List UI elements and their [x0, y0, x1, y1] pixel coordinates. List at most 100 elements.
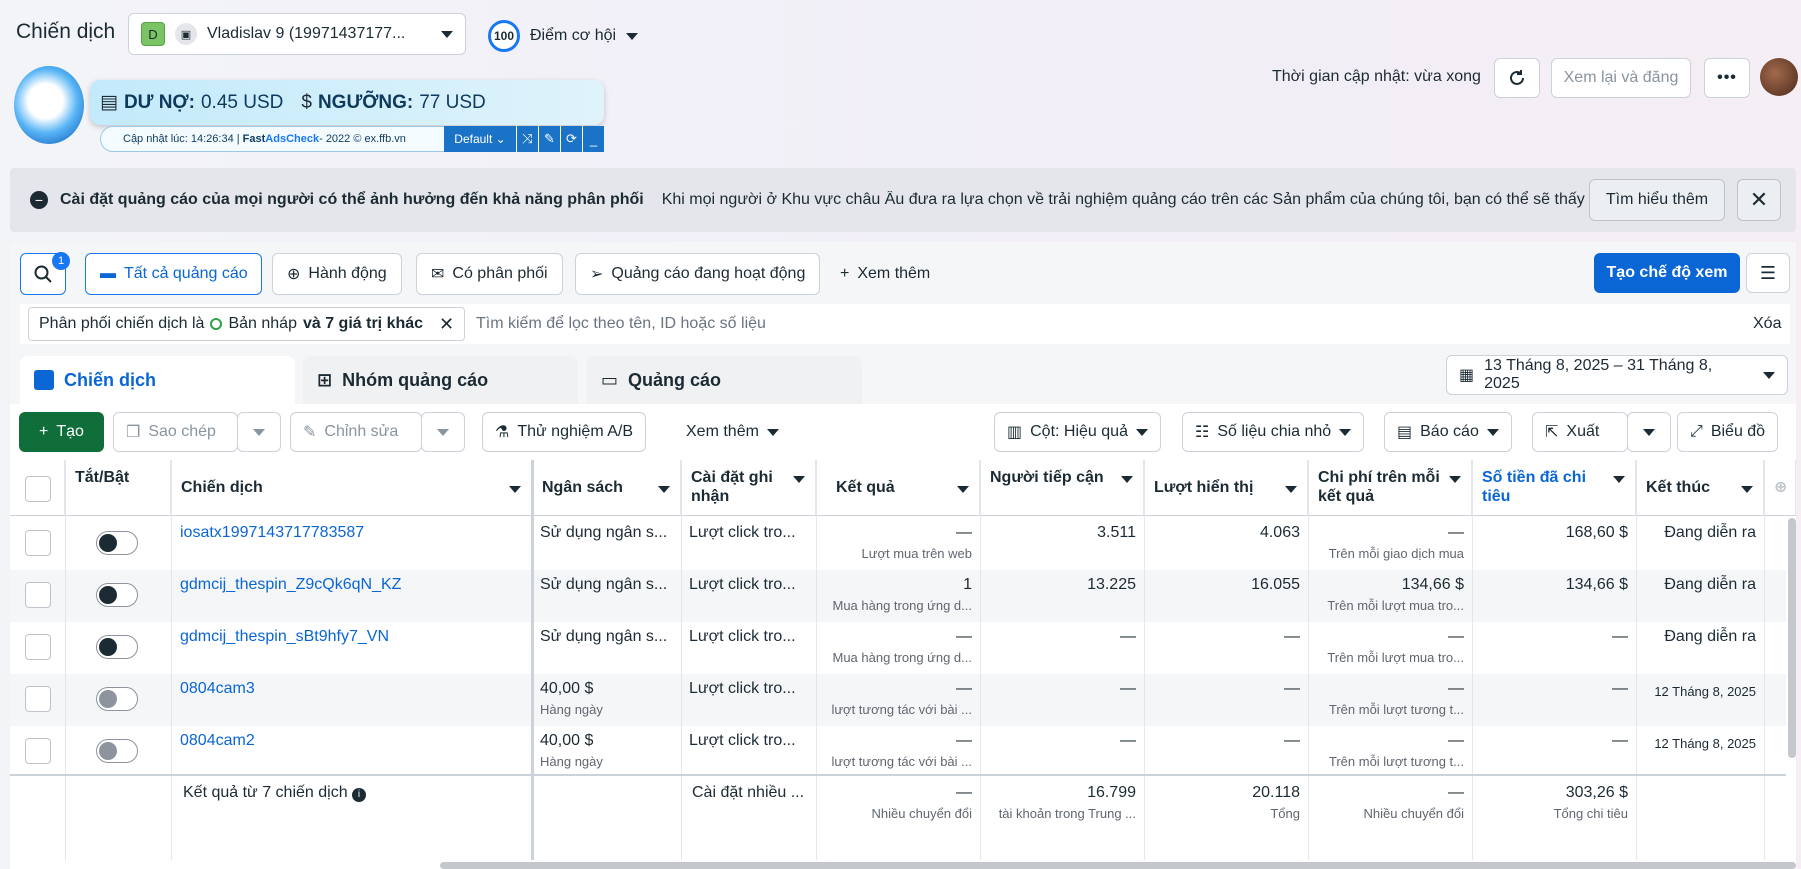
- clear-filters-link[interactable]: Xóa: [1753, 315, 1781, 333]
- chart-button[interactable]: ⤢ Biểu đồ: [1677, 412, 1779, 452]
- edit-dropdown[interactable]: [421, 412, 465, 452]
- toolbar-see-more[interactable]: Xem thêm: [686, 412, 779, 452]
- cell-budget-value: 40,00 $: [540, 680, 594, 697]
- columns-button[interactable]: ▥ Cột: Hiệu quả: [994, 412, 1161, 452]
- opportunity-score[interactable]: 100 Điểm cơ hội: [488, 20, 639, 52]
- header-amount-spent[interactable]: Số tiền đã chi tiêu: [1472, 460, 1636, 516]
- vertical-scrollbar[interactable]: [1788, 518, 1796, 758]
- filter-see-more[interactable]: + Xem thêm: [840, 253, 930, 295]
- campaign-name-link[interactable]: gdmcij_thespin_sBt9hfy7_VN: [172, 622, 527, 674]
- cell-ends-value: Đang diễn ra: [1664, 576, 1756, 593]
- filter-all-ads[interactable]: ▬ Tất cả quảng cáo: [85, 253, 262, 295]
- campaign-name-link[interactable]: 0804cam3: [172, 674, 527, 726]
- edit-icon[interactable]: ✎: [538, 126, 560, 152]
- view-settings-button[interactable]: ☰: [1746, 253, 1790, 293]
- campaign-toggle[interactable]: [96, 739, 138, 763]
- review-publish-button[interactable]: Xem lại và đăng: [1551, 58, 1691, 98]
- cell-budget: Sử dụng ngân s...: [532, 622, 681, 674]
- breakdown-label: Số liệu chia nhỏ: [1217, 423, 1332, 440]
- learn-more-button[interactable]: Tìm hiểu thêm: [1589, 179, 1725, 221]
- avatar[interactable]: [1760, 58, 1798, 96]
- tab-campaigns[interactable]: Chiến dịch: [20, 356, 295, 404]
- cell-cpr-sub: Trên mỗi giao dịch mua: [1328, 546, 1464, 561]
- more-options-button[interactable]: •••: [1704, 58, 1750, 98]
- create-button[interactable]: + Tạo: [19, 412, 104, 452]
- row-checkbox[interactable]: [25, 738, 51, 764]
- cell-cpr-sub: Trên mỗi lượt mua tro...: [1327, 598, 1464, 613]
- cell-impr-value: 16.055: [1251, 576, 1300, 593]
- opportunity-score-label: Điểm cơ hội: [530, 27, 617, 44]
- folder-icon: ▬: [100, 265, 116, 282]
- header-impressions[interactable]: Lượt hiển thị: [1144, 460, 1308, 516]
- row-checkbox[interactable]: [25, 686, 51, 712]
- refresh-button[interactable]: [1494, 58, 1540, 98]
- header-attribution[interactable]: Cài đặt ghi nhận: [681, 460, 816, 516]
- row-checkbox[interactable]: [25, 582, 51, 608]
- cell-budget-sub: Hàng ngày: [540, 702, 603, 717]
- campaign-toggle[interactable]: [96, 531, 138, 555]
- close-icon: ✕: [1749, 187, 1769, 212]
- column-divider: [171, 460, 172, 860]
- chevron-down-icon: [658, 486, 670, 493]
- horizontal-scrollbar[interactable]: [440, 862, 1796, 869]
- campaign-icon: [34, 370, 54, 390]
- filter-active-ads[interactable]: ➢ Quảng cáo đang hoạt động: [575, 253, 821, 295]
- header-toggle[interactable]: Tắt/Bật: [65, 460, 171, 516]
- filter-chip[interactable]: Phân phối chiến dịch là Bản nháp và 7 gi…: [28, 307, 466, 341]
- header-select-all[interactable]: [10, 460, 65, 516]
- select-all-checkbox[interactable]: [25, 476, 51, 502]
- page-title: Chiến dịch: [16, 20, 116, 43]
- cell-result-value: —: [956, 524, 972, 541]
- date-range-label: 13 Tháng 8, 2025 – 31 Tháng 8, 2025: [1484, 357, 1713, 392]
- add-column-button[interactable]: ⊕: [1764, 460, 1796, 516]
- header-results[interactable]: Kết quả: [816, 460, 980, 516]
- calendar-icon: ▦: [1459, 367, 1475, 384]
- ab-test-button[interactable]: ⚗ Thử nghiệm A/B: [482, 412, 646, 452]
- edit-label: Chỉnh sửa: [324, 423, 399, 440]
- campaign-toggle[interactable]: [96, 583, 138, 607]
- duplicate-dropdown[interactable]: [237, 412, 281, 452]
- close-banner-button[interactable]: ✕: [1737, 179, 1781, 221]
- cell-cpr-value: 134,66 $: [1401, 576, 1464, 593]
- campaign-toggle[interactable]: [96, 687, 138, 711]
- totals-results-value: —: [956, 784, 972, 801]
- header-budget[interactable]: Ngân sách: [532, 460, 681, 516]
- header-campaign[interactable]: Chiến dịch: [171, 460, 532, 516]
- header-reach[interactable]: Người tiếp cận: [980, 460, 1144, 516]
- header-cost-per-result[interactable]: Chi phí trên mỗi kết quả: [1308, 460, 1472, 516]
- row-checkbox[interactable]: [25, 634, 51, 660]
- filter-delivering[interactable]: ✉ Có phân phối: [416, 253, 563, 295]
- duplicate-button[interactable]: ❐ Sao chép: [113, 412, 238, 452]
- tab-ads[interactable]: ▭ Quảng cáo: [587, 356, 862, 404]
- ffb-preset-select[interactable]: Default ⌄: [444, 126, 516, 152]
- campaign-name-link[interactable]: iosatx1997143717783587: [172, 518, 527, 570]
- cell-ends-value: Đang diễn ra: [1664, 524, 1756, 541]
- export-button[interactable]: ⇱ Xuất: [1532, 412, 1628, 452]
- banner-text: Khi mọi người ở Khu vực châu Âu đưa ra l…: [661, 191, 1612, 208]
- row-checkbox[interactable]: [25, 530, 51, 556]
- remove-filter-icon[interactable]: ✕: [439, 314, 454, 335]
- edit-button[interactable]: ✎ Chỉnh sửa: [290, 412, 422, 452]
- toolbar-see-more-label: Xem thêm: [686, 423, 759, 440]
- breakdown-button[interactable]: ☷ Số liệu chia nhỏ: [1182, 412, 1365, 452]
- header-ends[interactable]: Kết thúc: [1636, 460, 1764, 516]
- account-selector[interactable]: D ▣ Vladislav 9 (19971437177...: [128, 13, 466, 55]
- search-input[interactable]: Tìm kiếm để lọc theo tên, ID hoặc số liệ…: [476, 315, 766, 333]
- totals-spent-value: 303,26 $: [1565, 784, 1628, 801]
- sync-icon[interactable]: ⟳: [560, 126, 582, 152]
- campaign-name-link[interactable]: gdmcij_thespin_Z9cQk6qN_KZ: [172, 570, 527, 622]
- date-range-picker[interactable]: ▦ 13 Tháng 8, 2025 – 31 Tháng 8, 2025: [1446, 355, 1788, 395]
- tab-ad-sets[interactable]: ⊞ Nhóm quảng cáo: [303, 356, 578, 404]
- reports-button[interactable]: ▤ Báo cáo: [1384, 412, 1512, 452]
- filter-chip-more: và 7 giá trị khác: [302, 315, 424, 332]
- create-view-button[interactable]: Tạo chế độ xem: [1594, 253, 1740, 293]
- info-icon[interactable]: i: [352, 788, 367, 802]
- cell-cpr-sub: Trên mỗi lượt tương t...: [1328, 702, 1464, 717]
- minimize-icon[interactable]: _: [582, 126, 604, 152]
- export-dropdown[interactable]: [1627, 412, 1671, 452]
- filter-actions[interactable]: ⊕ Hành động: [272, 253, 402, 295]
- plus-icon: +: [39, 423, 49, 440]
- campaign-name-link[interactable]: 0804cam2: [172, 726, 527, 778]
- campaign-toggle[interactable]: [96, 635, 138, 659]
- shuffle-icon[interactable]: ⤨: [516, 126, 538, 152]
